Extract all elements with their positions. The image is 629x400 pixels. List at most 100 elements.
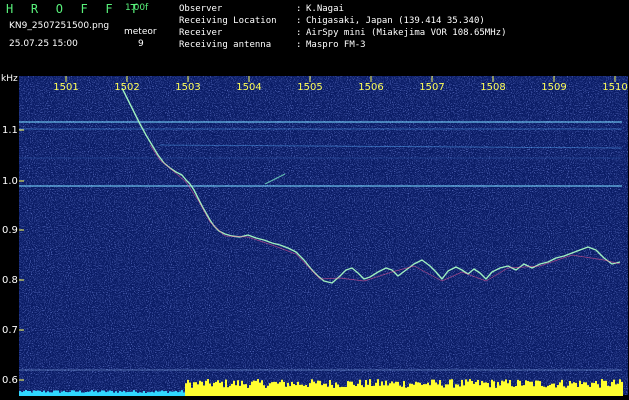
level-bar-segment: [377, 379, 379, 396]
level-bar-segment: [433, 379, 435, 396]
level-bar-segment: [249, 385, 251, 396]
level-bar-segment: [167, 392, 169, 396]
level-bar-segment: [533, 386, 535, 396]
level-bar-segment: [581, 384, 583, 396]
x-tick-label: 1503: [175, 82, 200, 93]
level-bar-segment: [191, 387, 193, 396]
level-bar-segment: [437, 384, 439, 396]
level-bar-segment: [295, 385, 297, 396]
level-bar-segment: [21, 392, 23, 396]
level-bar-segment: [81, 392, 83, 396]
level-bar-segment: [601, 379, 603, 396]
level-bar-segment: [611, 381, 613, 396]
y-tick-label: 0.7: [2, 325, 18, 336]
x-tick-label: 1507: [419, 82, 444, 93]
level-bar-segment: [231, 383, 233, 396]
level-bar-segment: [607, 385, 609, 396]
level-bar-segment: [593, 383, 595, 396]
level-bar-segment: [125, 392, 127, 396]
level-bar-segment: [181, 390, 183, 396]
level-bar-segment: [71, 390, 73, 396]
level-bar-segment: [153, 392, 155, 396]
level-bar-segment: [401, 386, 403, 396]
level-bar-segment: [305, 385, 307, 396]
level-bar-segment: [301, 384, 303, 396]
level-bar-segment: [55, 390, 57, 396]
level-bar-segment: [537, 380, 539, 396]
level-bar-segment: [577, 386, 579, 396]
level-bar-segment: [423, 384, 425, 396]
x-tick-label: 1504: [236, 82, 261, 93]
level-bar-segment: [187, 379, 189, 396]
level-bar-segment: [569, 380, 571, 396]
level-bar-segment: [45, 392, 47, 396]
spectrogram-display: 1501 1502 1503 1504 1505 1506 1507 1508 1509 1510…: [2, 76, 628, 396]
level-bar-segment: [149, 392, 151, 396]
level-bar-segment: [233, 380, 235, 396]
level-bar-segment: [39, 390, 41, 396]
level-bar-segment: [309, 383, 311, 396]
level-bar-segment: [455, 384, 457, 396]
level-bar-segment: [219, 382, 221, 396]
level-bar-segment: [201, 381, 203, 396]
level-bar-segment: [575, 382, 577, 396]
level-bar-segment: [395, 381, 397, 396]
level-bar-segment: [491, 379, 493, 396]
level-bar-segment: [615, 384, 617, 396]
level-bar-segment: [25, 390, 27, 396]
y-tick-label: 0.8: [2, 275, 18, 286]
level-bar-segment: [419, 382, 421, 396]
x-tick-label: 1508: [480, 82, 505, 93]
level-bar-segment: [343, 386, 345, 396]
level-bar-segment: [527, 381, 529, 396]
level-bar-segment: [349, 381, 351, 396]
level-bar-segment: [85, 392, 87, 396]
level-bar-segment: [73, 390, 75, 396]
level-bar-segment: [517, 379, 519, 396]
level-bar-segment: [361, 385, 363, 396]
level-bar-segment: [293, 384, 295, 396]
level-bar-segment: [315, 383, 317, 396]
level-bar-segment: [179, 391, 181, 396]
level-bar-segment: [429, 385, 431, 396]
level-bar-segment: [507, 383, 509, 396]
level-bar-segment: [325, 383, 327, 396]
level-bar-segment: [483, 382, 485, 396]
level-bar-segment: [391, 381, 393, 396]
level-bar-segment: [439, 380, 441, 396]
level-bar-segment: [215, 381, 217, 396]
level-bar-segment: [307, 386, 309, 396]
level-bar-segment: [393, 383, 395, 396]
level-bar-segment: [217, 380, 219, 396]
level-bar-segment: [505, 379, 507, 396]
level-bar-segment: [97, 392, 99, 396]
level-bar-segment: [37, 390, 39, 396]
level-bar-segment: [461, 379, 463, 396]
level-bar-segment: [341, 386, 343, 396]
level-bar-segment: [403, 381, 405, 396]
level-bar-segment: [165, 390, 167, 396]
level-bar-segment: [91, 390, 93, 396]
level-bar-segment: [311, 379, 313, 396]
level-bar-segment: [95, 390, 97, 396]
level-bar-segment: [51, 392, 53, 396]
level-bar-segment: [475, 381, 477, 396]
level-bar-segment: [545, 387, 547, 396]
level-bar-segment: [205, 380, 207, 396]
level-bar-segment: [493, 381, 495, 396]
level-bar-segment: [119, 390, 121, 396]
level-bar-segment: [29, 390, 31, 396]
level-bar-segment: [375, 382, 377, 396]
level-bar-segment: [339, 387, 341, 396]
level-bar-segment: [57, 390, 59, 396]
level-bar-segment: [571, 383, 573, 396]
level-bar-segment: [75, 391, 77, 396]
level-bar-segment: [169, 391, 171, 396]
level-bar-segment: [487, 382, 489, 396]
x-tick-label: 1501: [53, 82, 78, 93]
level-bar-segment: [373, 385, 375, 396]
level-bar-segment: [225, 379, 227, 396]
level-bar-segment: [265, 387, 267, 396]
x-tick-label: 1505: [297, 82, 322, 93]
level-bar-segment: [585, 382, 587, 396]
